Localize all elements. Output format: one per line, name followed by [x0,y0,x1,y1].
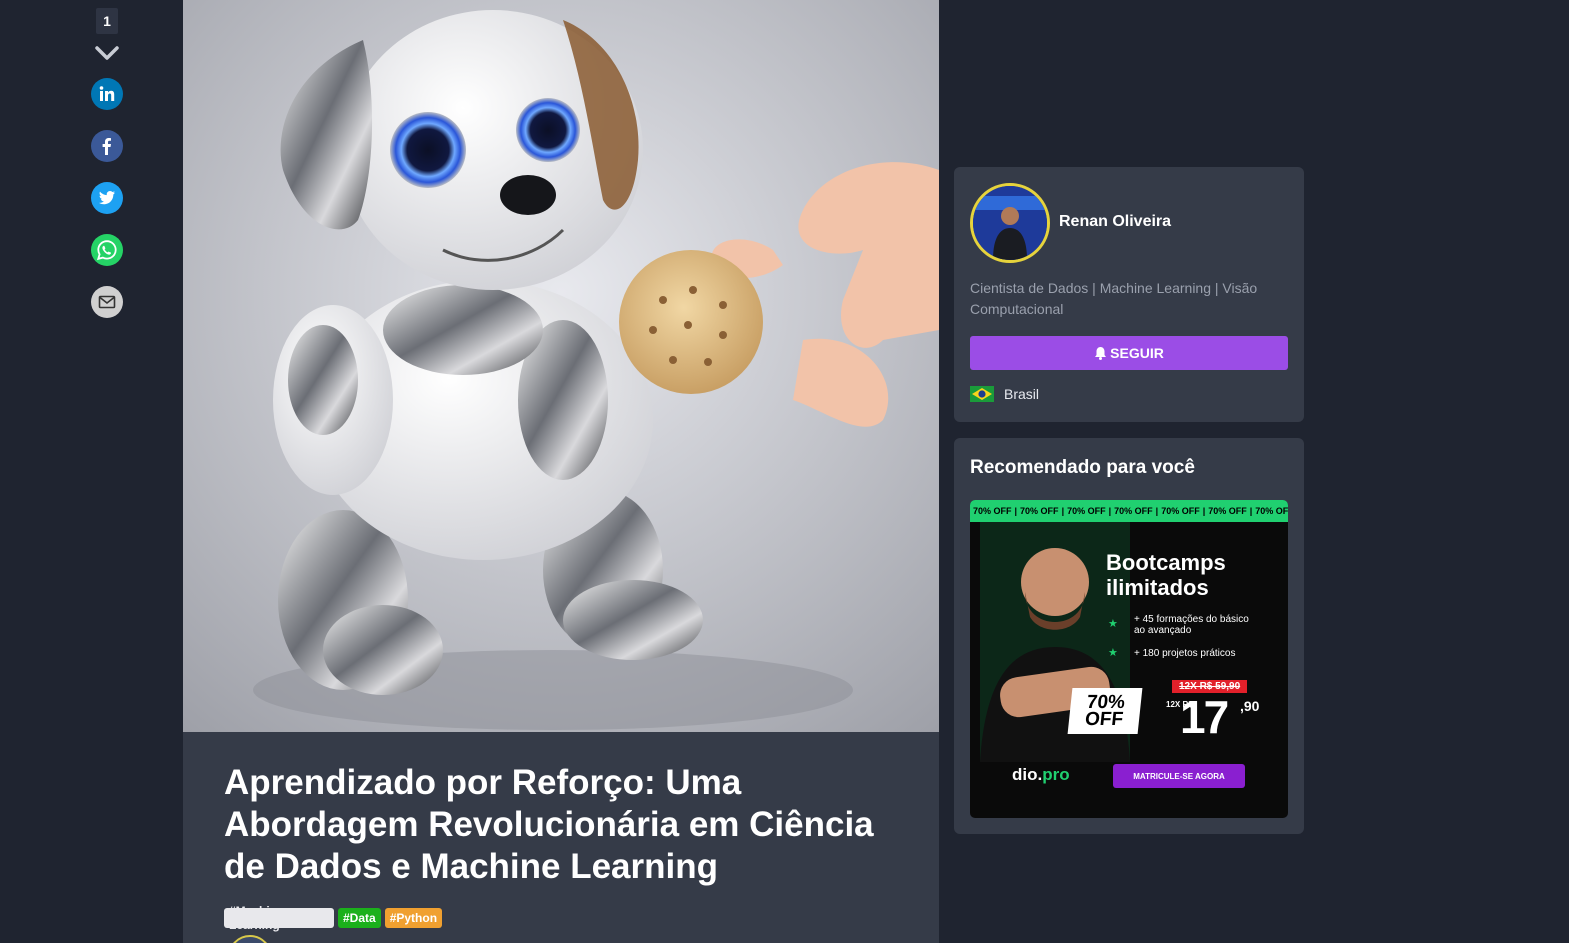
ad-discount-strip: 70% OFF | 70% OFF | 70% OFF | 70% OFF | 70% OFF |… [970,500,1288,522]
follow-button[interactable]: SEGUIR [970,336,1288,370]
recommended-title: Recomendado para você [970,457,1195,478]
tag-data[interactable]: #Data [338,908,381,928]
bootcamp-ad-banner[interactable]: 70% OFF | 70% OFF | 70% OFF | 70% OFF | 70% OFF |… [970,500,1288,818]
star-icon: ★ [1108,647,1118,659]
tag-python[interactable]: #Python [384,908,443,928]
author-bio: Cientista de Dados | Machine Learning | … [970,280,1258,317]
linkedin-share-button[interactable] [91,78,123,110]
recommended-card: Recomendado para você 70% OFF | 70% OFF | 70… [954,438,1304,834]
email-share-button[interactable] [91,286,123,318]
star-icon: ★ [1108,618,1118,630]
article-author-avatar[interactable] [228,935,272,943]
linkedin-icon [99,86,115,101]
ad-cta-button[interactable]: MATRICULE-SE AGORA [1113,764,1245,788]
twitter-share-button[interactable] [91,182,123,214]
country-label: Brasil [1004,386,1040,402]
bell-icon [1095,347,1107,360]
twitter-icon [98,191,115,205]
ad-headline: Bootcamps ilimitados [1106,550,1226,600]
whatsapp-icon [96,240,117,261]
ad-bullet: + 180 projetos práticos [1134,648,1236,659]
follow-label: SEGUIR [1110,345,1164,361]
ad-price: 17 [1180,691,1229,743]
chevron-down-icon[interactable] [94,44,120,64]
article-title: Aprendizado por Reforço: Uma Abordagem R… [224,763,874,886]
email-icon [98,295,116,309]
author-photo [973,186,1047,260]
author-card: Renan Oliveira Cientista de Dados | Mach… [954,167,1304,422]
facebook-icon [102,138,111,155]
whatsapp-share-button[interactable] [91,234,123,266]
tag-machine-learning[interactable]: #Machine Learning [224,904,334,932]
like-count: 1 [96,8,118,34]
ad-discount-badge: 70% OFF [1067,688,1143,734]
facebook-share-button[interactable] [91,130,123,162]
brazil-flag-icon [970,386,994,402]
author-avatar[interactable] [970,183,1050,263]
article: Aprendizado por Reforço: Uma Abordagem R… [183,0,939,943]
ad-price-cents: ,90 [1240,698,1260,714]
dio-pro-logo: dio.pro [1012,765,1070,784]
tag-list: #Machine Learning #Data #Python [224,904,443,932]
author-name[interactable]: Renan Oliveira [1059,213,1171,231]
hero-image [183,0,939,732]
author-country: Brasil [970,386,1039,402]
ad-bullet: + 45 formações do básico ao avançado [1134,614,1249,636]
